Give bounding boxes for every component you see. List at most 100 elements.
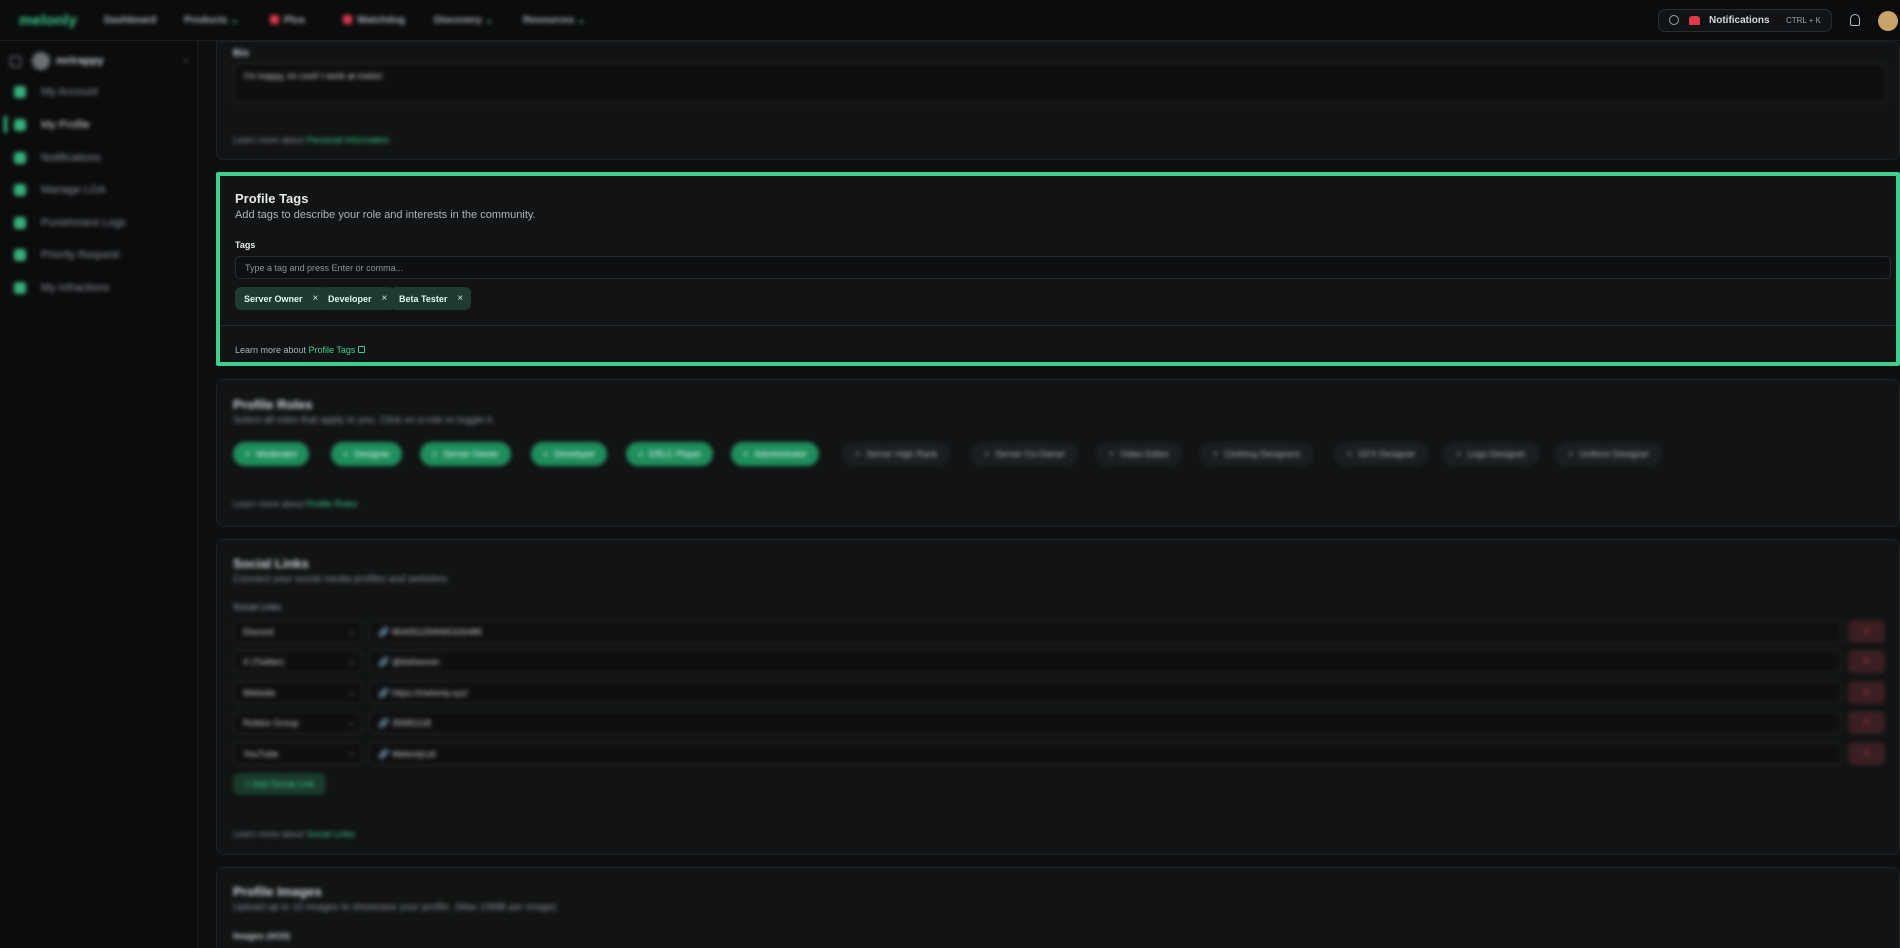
sidebar-item-my-infractions[interactable]: My Infractions bbox=[14, 279, 184, 299]
nav-plus[interactable]: Plus bbox=[270, 15, 305, 26]
sidebar-item-manage-loa[interactable]: Manage LOA bbox=[14, 181, 184, 201]
tags-field-label: Tags bbox=[235, 240, 256, 250]
profile-roles-link[interactable]: Profile Roles bbox=[307, 499, 358, 509]
social-links-title: Social Links bbox=[233, 556, 309, 571]
role-toggle-administrator[interactable]: × Administrator bbox=[731, 442, 820, 466]
close-icon: × bbox=[638, 449, 644, 459]
nav-dashboard[interactable]: Dashboard bbox=[104, 15, 156, 26]
chevron-icon: › bbox=[350, 688, 353, 698]
role-toggle-erlc-player[interactable]: × ERLC Player bbox=[626, 442, 714, 466]
user-avatar[interactable] bbox=[1878, 11, 1898, 31]
platform-select[interactable]: X (Twitter) › bbox=[233, 650, 362, 673]
role-toggle-moderator[interactable]: × Moderator bbox=[233, 442, 310, 466]
tag-input[interactable] bbox=[235, 256, 1891, 279]
card-divider bbox=[220, 325, 1896, 326]
sidebar-item-label: Notifications bbox=[41, 152, 101, 164]
sidebar-item-punishment-logs[interactable]: Punishment Logs bbox=[14, 214, 184, 234]
social-link-input[interactable]: 🔗 854051259065326485 bbox=[369, 620, 1842, 643]
bell-icon[interactable] bbox=[1850, 14, 1860, 26]
platform-select[interactable]: Discord › bbox=[233, 620, 362, 643]
role-toggle-server-high-rank[interactable]: + Server High Rank bbox=[842, 442, 951, 466]
plus-icon: + bbox=[1213, 449, 1219, 459]
sidebar-username: mrtrappy bbox=[56, 55, 104, 67]
role-toggle-developer[interactable]: × Developer bbox=[531, 442, 608, 466]
role-label: ERLC Player bbox=[649, 449, 702, 459]
nav-watchdog[interactable]: Watchdog bbox=[343, 15, 405, 26]
role-toggle-server-co-owner[interactable]: + Server Co-Owner bbox=[971, 442, 1079, 466]
delete-link-button[interactable]: × bbox=[1848, 650, 1885, 673]
close-icon: × bbox=[245, 449, 251, 459]
nav-products-label: Products bbox=[184, 15, 228, 26]
close-icon[interactable]: × bbox=[457, 293, 463, 304]
priority-icon bbox=[14, 249, 26, 261]
role-label: Administrator bbox=[754, 449, 808, 459]
plus-icon: + bbox=[984, 449, 990, 459]
sidebar-item-label: Punishment Logs bbox=[41, 217, 126, 229]
social-link-input[interactable]: 🔗 35681118 bbox=[369, 711, 1842, 734]
profile-roles-card: Profile Roles Select all roles that appl… bbox=[216, 379, 1900, 527]
platform-select[interactable]: Website › bbox=[233, 681, 362, 704]
nav-products[interactable]: Products ⌄ bbox=[184, 15, 239, 26]
role-toggle-uniform-designer[interactable]: + Uniform Designer bbox=[1555, 442, 1663, 466]
delete-link-button[interactable]: × bbox=[1848, 681, 1885, 704]
search-shortcut: CTRL + K bbox=[1785, 16, 1821, 25]
close-icon[interactable]: × bbox=[382, 293, 388, 304]
bio-textarea[interactable]: I'm trappy, im cool! I work at melon bbox=[233, 63, 1887, 103]
active-indicator bbox=[4, 116, 7, 133]
plus-brand-icon bbox=[270, 15, 279, 24]
sidebar-item-label: Manage LOA bbox=[41, 184, 106, 196]
social-links-field-label: Social Links bbox=[233, 602, 282, 612]
close-icon: × bbox=[743, 449, 749, 459]
platform-select[interactable]: YouTube › bbox=[233, 742, 362, 765]
chevron-icon: › bbox=[350, 657, 353, 667]
role-toggle-designer[interactable]: × Designer bbox=[331, 442, 403, 466]
role-toggle-gfx-designer[interactable]: + GFX Designer bbox=[1334, 442, 1429, 466]
platform-select[interactable]: Roblox Group › bbox=[233, 711, 362, 734]
role-toggle-video-editor[interactable]: + Video Editor bbox=[1096, 442, 1183, 466]
profile-images-card: Profile Images Upload up to 10 images to… bbox=[216, 867, 1900, 948]
delete-link-button[interactable]: × bbox=[1848, 711, 1885, 734]
platform-value: YouTube bbox=[243, 749, 279, 759]
bio-learn-more: Learn more about Personal Information bbox=[233, 135, 390, 145]
melonly-logo[interactable]: melonly bbox=[19, 12, 77, 29]
personal-information-link[interactable]: Personal Information bbox=[307, 135, 390, 145]
nav-resources[interactable]: Resources ⌄ bbox=[523, 15, 586, 26]
delete-link-button[interactable]: × bbox=[1848, 742, 1885, 765]
profile-tags-subtitle: Add tags to describe your role and inter… bbox=[235, 209, 536, 221]
role-toggle-clothing-designers[interactable]: + Clothing Designers bbox=[1200, 442, 1314, 466]
link-icon: 🔗 bbox=[378, 749, 390, 759]
role-label: Video Editor bbox=[1120, 449, 1170, 459]
platform-value: Discord bbox=[243, 627, 274, 637]
nav-discovery[interactable]: Discovery ⌄ bbox=[434, 15, 493, 26]
learn-more-prefix: Learn more about bbox=[235, 345, 309, 355]
social-links-link[interactable]: Social Links bbox=[307, 829, 355, 839]
link-icon: 🔗 bbox=[378, 657, 390, 667]
chevron-icon: › bbox=[350, 749, 353, 759]
role-label: Server Co-Owner bbox=[995, 449, 1066, 459]
search-bar[interactable]: Notifications CTRL + K bbox=[1658, 9, 1832, 32]
learn-more-prefix: Learn more about bbox=[233, 135, 307, 145]
link-icon: 🔗 bbox=[378, 688, 390, 698]
sidebar-item-priority-request[interactable]: Priority Request bbox=[14, 246, 184, 266]
sidebar-user-switcher[interactable]: mrtrappy ⌄ bbox=[10, 50, 190, 74]
role-toggle-server-owner[interactable]: × Server Owner bbox=[420, 442, 511, 466]
chevron-icon: › bbox=[350, 627, 353, 637]
sidebar-item-notifications[interactable]: Notifications bbox=[14, 149, 184, 169]
nav-dashboard-label: Dashboard bbox=[104, 15, 157, 26]
role-toggle-logo-designer[interactable]: + Logo Designer bbox=[1443, 442, 1539, 466]
role-label: Clothing Designers bbox=[1224, 449, 1301, 459]
social-link-input[interactable]: 🔗 @itstheonin bbox=[369, 650, 1842, 673]
profile-tags-title: Profile Tags bbox=[235, 191, 309, 206]
profile-tags-link[interactable]: Profile Tags bbox=[309, 345, 356, 355]
social-link-input[interactable]: 🔗 https://melonly.xyz/ bbox=[369, 681, 1842, 704]
delete-link-button[interactable]: × bbox=[1848, 620, 1885, 643]
close-icon[interactable]: × bbox=[313, 293, 319, 304]
sidebar-item-my-profile[interactable]: My Profile bbox=[14, 116, 184, 136]
close-icon: × bbox=[543, 449, 549, 459]
sidebar-item-my-account[interactable]: My Account bbox=[14, 83, 184, 103]
add-social-link-button[interactable]: + Add Social Link bbox=[233, 773, 327, 795]
sidebar-toggle-icon[interactable] bbox=[10, 56, 21, 67]
social-link-input[interactable]: 🔗 MelonlyLtd bbox=[369, 742, 1842, 765]
chevron-down-icon: ⌄ bbox=[484, 15, 494, 26]
nav-resources-label: Resources bbox=[523, 15, 575, 26]
